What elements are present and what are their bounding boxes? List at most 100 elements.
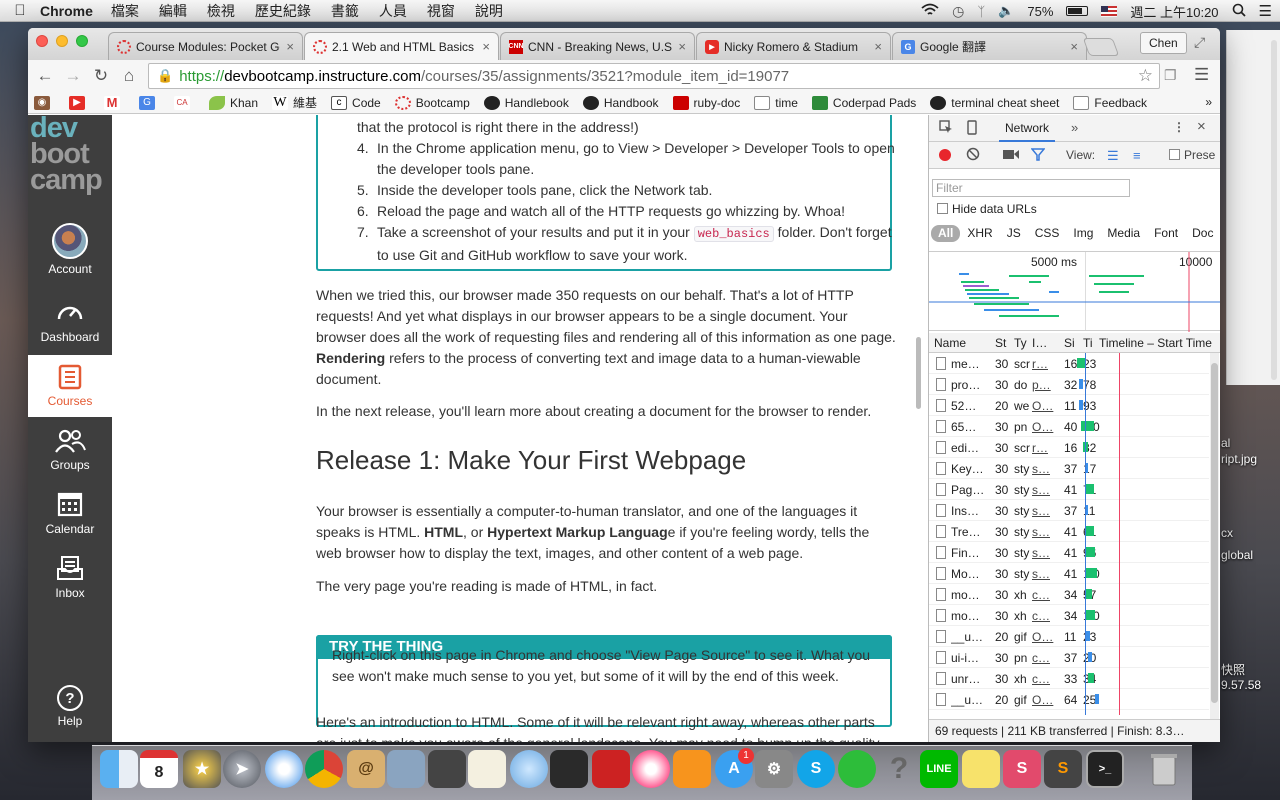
imovie-icon[interactable]: ★: [183, 750, 221, 788]
tab-network[interactable]: Network: [999, 115, 1056, 142]
hide-data-urls-checkbox[interactable]: [937, 203, 948, 214]
chrome-icon[interactable]: [305, 750, 343, 788]
bookmark-youtube[interactable]: ▶: [69, 95, 90, 110]
volume-icon[interactable]: 🔈: [998, 3, 1014, 19]
nav-groups[interactable]: Groups: [28, 427, 112, 487]
mail-bird-icon[interactable]: [387, 750, 425, 788]
bookmark-code[interactable]: c Code: [331, 95, 381, 110]
fullscreen-icon[interactable]: ⤢: [1194, 34, 1205, 51]
nav-dashboard[interactable]: Dashboard: [28, 295, 112, 355]
column-status[interactable]: St: [995, 336, 1006, 350]
inspect-element-icon[interactable]: [939, 120, 953, 137]
notification-center-icon[interactable]: ☰: [1259, 2, 1272, 20]
nav-calendar[interactable]: Calendar: [28, 489, 112, 549]
contacts-icon[interactable]: @: [347, 750, 385, 788]
filter-all[interactable]: All: [931, 225, 961, 242]
bookmark-handlebook[interactable]: Handlebook: [483, 95, 569, 110]
line-icon[interactable]: LINE: [920, 750, 958, 788]
ibooks-icon[interactable]: [673, 750, 711, 788]
requests-scrollbar-thumb[interactable]: [1211, 363, 1218, 703]
close-window-button[interactable]: [36, 35, 48, 47]
more-tabs-icon[interactable]: »: [1071, 120, 1078, 135]
bookmark-ca[interactable]: CA: [174, 95, 195, 110]
lock-icon[interactable]: 🔒: [157, 68, 173, 84]
table-row[interactable]: mo…30xhc…341.0: [929, 605, 1209, 626]
new-tab-button[interactable]: [1082, 38, 1120, 56]
wechat-icon[interactable]: [838, 750, 876, 788]
column-initiator[interactable]: I…: [1032, 336, 1047, 350]
table-row[interactable]: me… 30 scr r… 16 23: [929, 353, 1209, 374]
desktop-file-label[interactable]: ript.jpg: [1221, 452, 1257, 466]
capture-screenshots-icon[interactable]: [1003, 149, 1019, 163]
close-tab-icon[interactable]: ×: [678, 39, 686, 54]
device-mode-icon[interactable]: [967, 120, 977, 138]
menu-bookmarks[interactable]: 書籤: [331, 1, 359, 21]
table-row[interactable]: ui-i…30pnc…3720: [929, 647, 1209, 668]
table-row[interactable]: Tre…30stys…4161: [929, 521, 1209, 542]
input-flag-icon[interactable]: [1101, 5, 1118, 17]
requests-scrollbar[interactable]: [1210, 353, 1219, 719]
table-row[interactable]: Pag…30stys…4171: [929, 479, 1209, 500]
nav-help[interactable]: ? Help: [28, 685, 112, 737]
close-tab-icon[interactable]: ×: [482, 39, 490, 54]
bookmark-coderpad[interactable]: Coderpad Pads: [811, 95, 916, 110]
clear-icon[interactable]: [966, 147, 980, 164]
nav-courses[interactable]: Courses: [28, 355, 112, 417]
clock[interactable]: 週二 上午10:20: [1130, 2, 1218, 21]
table-row[interactable]: 65…30pnO…401.0: [929, 416, 1209, 437]
desktop-file-label[interactable]: al: [1221, 436, 1230, 450]
table-row[interactable]: __u…20gifO…1123: [929, 626, 1209, 647]
reload-button[interactable]: ↻: [90, 66, 112, 86]
address-bar[interactable]: 🔒 https:// devbootcamp.instructure.com /…: [148, 63, 1160, 89]
filter-css[interactable]: CSS: [1028, 225, 1067, 242]
column-size[interactable]: Si: [1064, 336, 1075, 350]
itunes-icon[interactable]: ♫: [632, 750, 670, 788]
menu-app-name[interactable]: Chrome: [40, 3, 93, 19]
back-button[interactable]: ←: [34, 66, 56, 86]
filter-img[interactable]: Img: [1066, 225, 1100, 242]
launchpad-icon[interactable]: ➤: [223, 750, 261, 788]
bookmark-star-icon[interactable]: ☆: [1138, 66, 1153, 86]
desktop-file-label[interactable]: 快照: [1221, 661, 1245, 678]
safari-icon[interactable]: [265, 750, 303, 788]
profile-button[interactable]: Chen: [1140, 32, 1187, 54]
bookmark-gmail[interactable]: M: [104, 95, 125, 110]
table-row[interactable]: Key… 30 sty s… 37 17: [929, 458, 1209, 479]
home-button[interactable]: ⌂: [118, 66, 140, 86]
tab-youtube[interactable]: ▶ Nicky Romero & Stadium ×: [696, 32, 891, 60]
overview-icon[interactable]: ≡: [1133, 148, 1141, 163]
unknown-app-icon[interactable]: ?: [880, 750, 918, 788]
table-row[interactable]: Fin…30stys…4196: [929, 542, 1209, 563]
desktop-file-label[interactable]: 9.57.58: [1221, 678, 1261, 692]
menu-people[interactable]: 人員: [379, 1, 407, 21]
slack-icon[interactable]: S: [1003, 750, 1041, 788]
battery-icon[interactable]: [1066, 6, 1089, 16]
tab-course-modules[interactable]: Course Modules: Pocket Go ×: [108, 32, 303, 60]
menu-file[interactable]: 檔案: [111, 1, 139, 21]
time-machine-icon[interactable]: ◷: [952, 3, 964, 20]
devtools-menu-icon[interactable]: ⋮: [1173, 120, 1185, 134]
record-icon[interactable]: [939, 149, 951, 161]
column-name[interactable]: Name: [934, 336, 966, 350]
tab-web-html-basics[interactable]: 2.1 Web and HTML Basics ×: [304, 32, 499, 60]
system-preferences-icon[interactable]: ⚙: [755, 750, 793, 788]
calendar-app-icon[interactable]: 8: [140, 750, 178, 788]
filter-xhr[interactable]: XHR: [960, 225, 999, 242]
filter-input[interactable]: Filter: [932, 179, 1130, 197]
bookmark-khan[interactable]: Khan: [209, 95, 258, 110]
devbootcamp-logo[interactable]: dev boot camp: [30, 114, 103, 195]
table-row[interactable]: 52… 20 we O… 11 93: [929, 395, 1209, 416]
hide-data-urls[interactable]: Hide data URLs: [937, 202, 1037, 216]
minimize-window-button[interactable]: [56, 35, 68, 47]
column-timeline[interactable]: Timeline – Start Time: [1099, 336, 1219, 350]
facetime-icon[interactable]: [550, 750, 588, 788]
skype-icon[interactable]: S: [797, 750, 835, 788]
forward-button[interactable]: →: [62, 66, 84, 86]
large-rows-icon[interactable]: ☰: [1107, 148, 1119, 164]
close-tab-icon[interactable]: ×: [1070, 39, 1078, 54]
desktop-file-label[interactable]: global: [1221, 548, 1253, 562]
menu-history[interactable]: 歷史紀錄: [255, 1, 311, 21]
sublime-icon[interactable]: S: [1044, 750, 1082, 788]
filter-doc[interactable]: Doc: [1185, 225, 1220, 242]
bluetooth-icon[interactable]: ᛉ: [977, 4, 985, 19]
